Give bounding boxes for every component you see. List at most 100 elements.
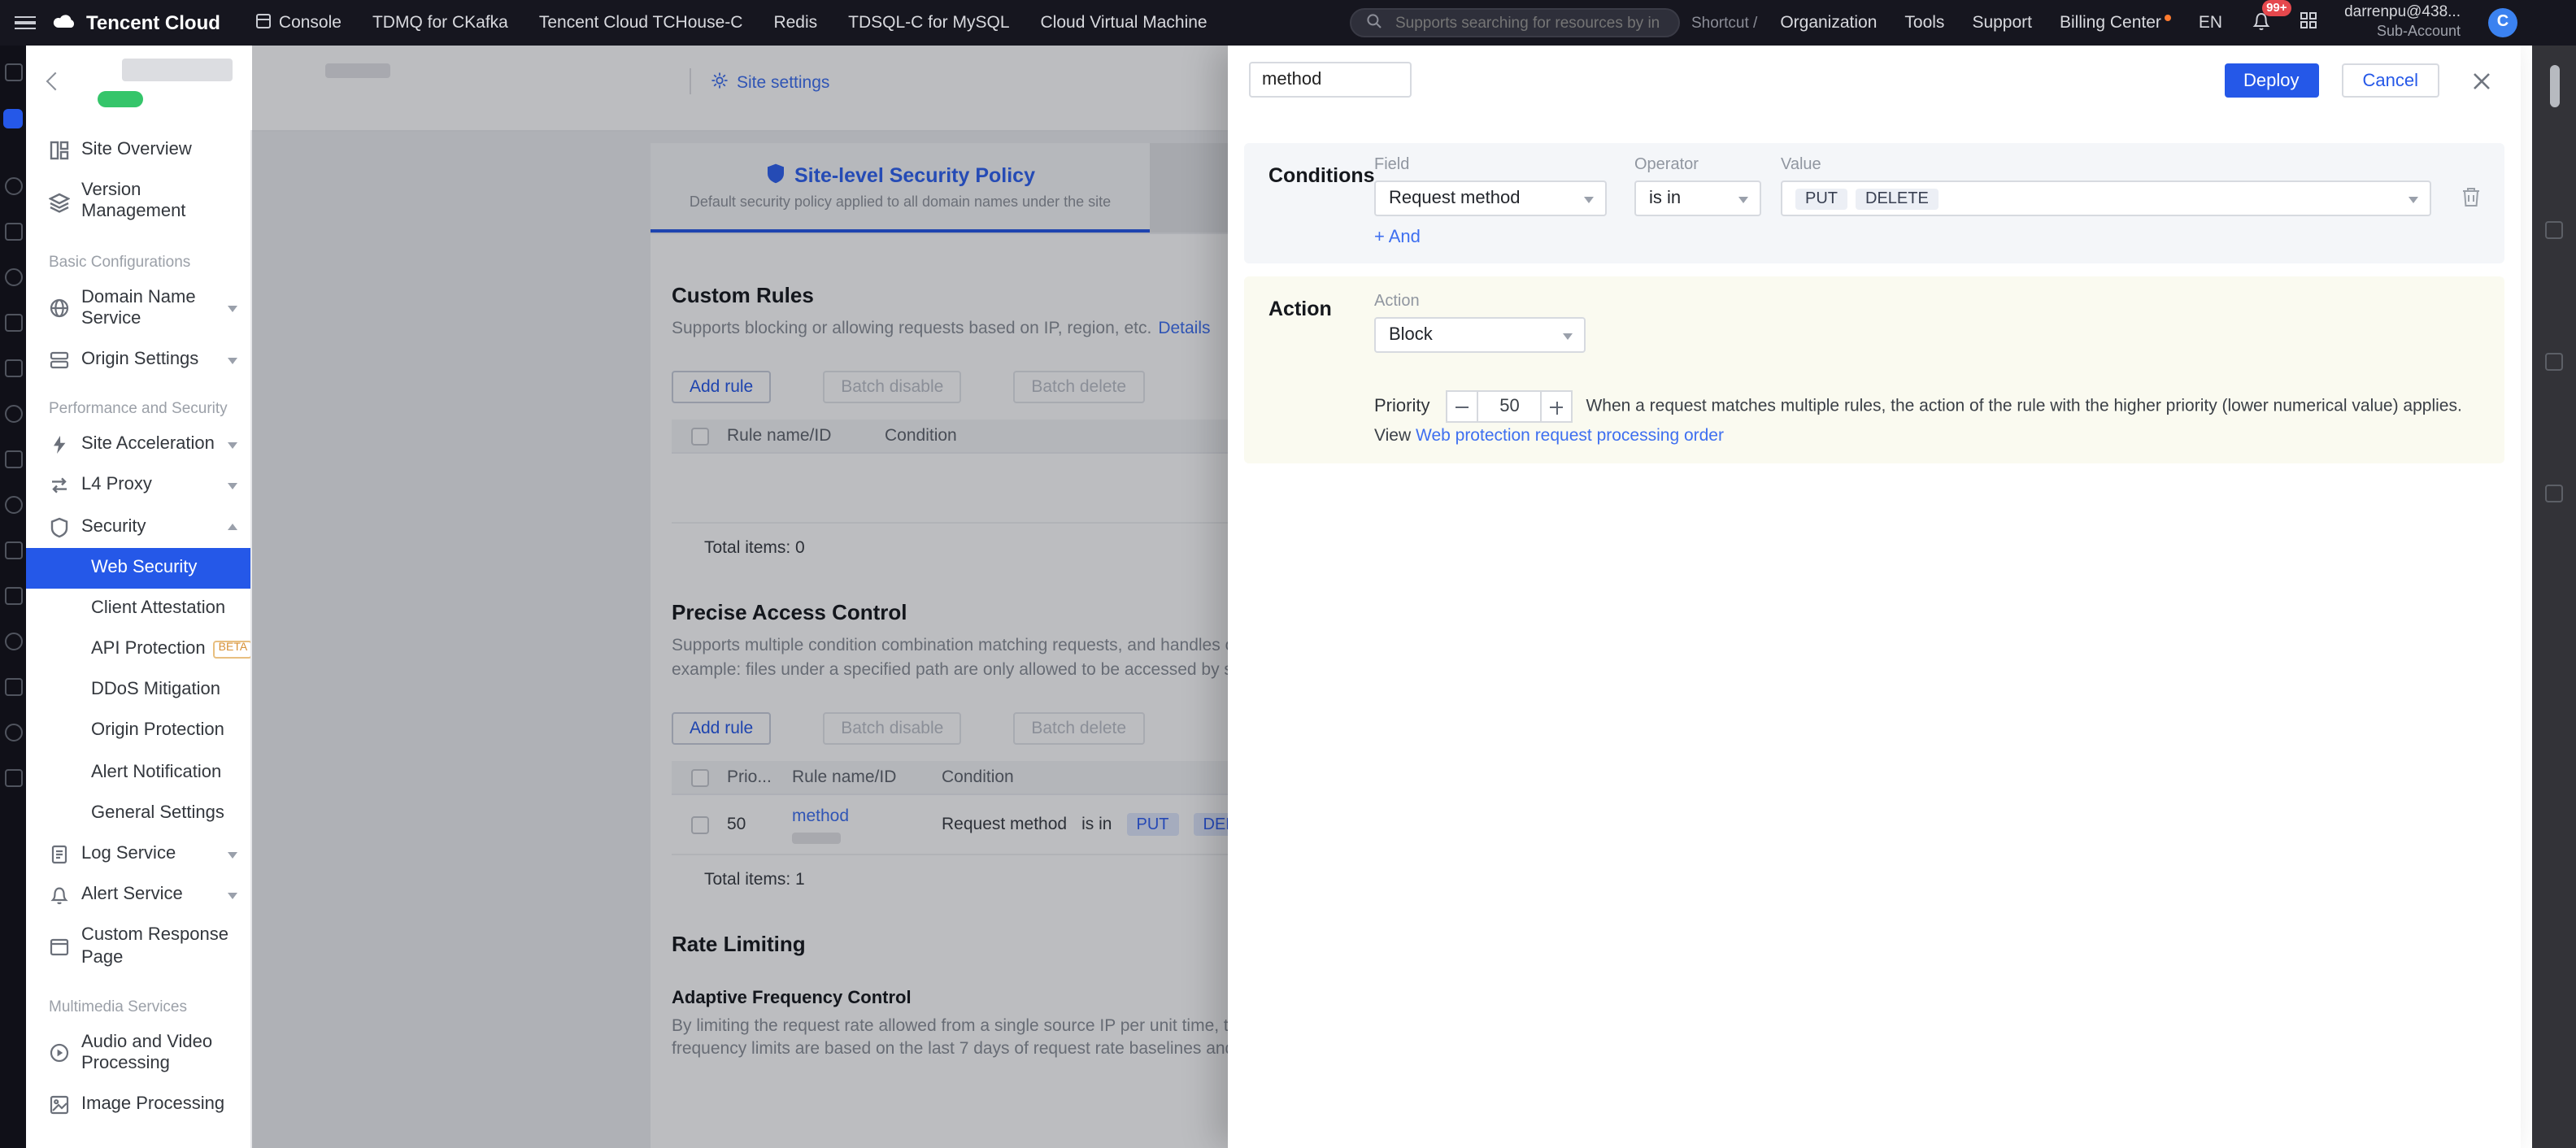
- rail-icon[interactable]: [4, 496, 22, 514]
- rail-icon[interactable]: [4, 63, 22, 81]
- sidebar-item-site-overview[interactable]: Site Overview: [26, 130, 250, 171]
- nav-tchouse[interactable]: Tencent Cloud TCHouse-C: [539, 13, 743, 33]
- top-nav: Console TDMQ for CKafka Tencent Cloud TC…: [256, 12, 1208, 33]
- global-search: [1349, 8, 1680, 37]
- swap-icon: [49, 476, 70, 497]
- beta-badge: BETA: [213, 641, 250, 659]
- sidebar-item-ddos-mitigation[interactable]: DDoS Mitigation: [26, 671, 250, 711]
- sidebar-item-web-security[interactable]: Web Security: [26, 547, 250, 589]
- plus-button[interactable]: [1540, 390, 1573, 423]
- deploy-button[interactable]: Deploy: [2224, 63, 2319, 98]
- sidebar-item-site-acceleration[interactable]: Site Acceleration: [26, 424, 250, 465]
- nav-redis[interactable]: Redis: [773, 13, 817, 33]
- close-icon[interactable]: [2472, 71, 2491, 90]
- nav-language[interactable]: EN: [2199, 13, 2222, 33]
- field-label: Field: [1374, 156, 1410, 174]
- sidebar-item-origin-settings[interactable]: Origin Settings: [26, 340, 250, 380]
- chevron-down-icon: [228, 305, 237, 312]
- nav-tdmq[interactable]: TDMQ for CKafka: [372, 13, 508, 33]
- notifications-button[interactable]: 99+: [2250, 0, 2292, 36]
- value-multiselect[interactable]: PUT DELETE: [1781, 180, 2431, 216]
- chevron-up-icon: [228, 524, 237, 531]
- action-select[interactable]: Block: [1374, 317, 1586, 353]
- strip-icon[interactable]: [2545, 221, 2563, 239]
- value-group: Value PUT DELETE: [1781, 156, 2431, 216]
- bolt-icon: [49, 434, 70, 455]
- nav-organization[interactable]: Organization: [1780, 13, 1877, 33]
- sidebar-item-domain-name-service[interactable]: Domain Name Service: [26, 277, 250, 340]
- cancel-button[interactable]: Cancel: [2341, 63, 2439, 98]
- priority-value[interactable]: 50: [1478, 390, 1541, 423]
- chevron-down-icon: [228, 441, 237, 449]
- nav-tdsql[interactable]: TDSQL-C for MySQL: [848, 13, 1009, 33]
- browser-side-strip: [2532, 0, 2576, 1148]
- chevron-down-icon: [1584, 197, 1594, 203]
- console-icon: [256, 12, 272, 33]
- processing-order-link[interactable]: Web protection request processing order: [1416, 426, 1724, 446]
- brand-logo[interactable]: Tencent Cloud: [52, 11, 220, 34]
- rail-icon[interactable]: [4, 177, 22, 195]
- sidebar-item-custom-response-page[interactable]: Custom Response Page: [26, 916, 250, 979]
- menu-icon[interactable]: [15, 15, 36, 30]
- search-input[interactable]: [1391, 12, 1664, 33]
- rail-icon-active[interactable]: [3, 109, 23, 128]
- account-info[interactable]: darrenpu@438... Sub-Account: [2344, 4, 2461, 41]
- search-icon: [1366, 12, 1382, 33]
- sidebar-item-version-management[interactable]: Version Management: [26, 171, 250, 233]
- apps-grid-icon[interactable]: [2299, 11, 2317, 34]
- priority-row: Priority 50 When a request matches multipl…: [1374, 390, 2475, 450]
- strip-icon[interactable]: [2545, 485, 2563, 502]
- brand-name: Tencent Cloud: [86, 11, 220, 34]
- notification-badge: 99+: [2261, 0, 2292, 16]
- sidebar-item-client-attestation[interactable]: Client Attestation: [26, 589, 250, 629]
- nav-support[interactable]: Support: [1972, 13, 2032, 33]
- minus-button[interactable]: [1446, 390, 1479, 423]
- nav-tools[interactable]: Tools: [1904, 13, 1944, 33]
- sidebar-item-security[interactable]: Security: [26, 507, 250, 547]
- rail-icon[interactable]: [4, 405, 22, 423]
- bell-icon: [49, 885, 70, 907]
- scrollbar-thumb[interactable]: [2549, 65, 2559, 107]
- sidebar-item-origin-protection[interactable]: Origin Protection: [26, 711, 250, 752]
- nav-billing-center[interactable]: Billing Center: [2060, 13, 2171, 33]
- rail-icon[interactable]: [4, 268, 22, 286]
- priority-label: Priority: [1374, 396, 1430, 416]
- rail-icon[interactable]: [4, 678, 22, 696]
- sidebar-item-general-settings[interactable]: General Settings: [26, 794, 250, 834]
- chevron-down-icon: [1563, 333, 1573, 340]
- sidebar-item-log-service[interactable]: Log Service: [26, 834, 250, 875]
- nav-cvm[interactable]: Cloud Virtual Machine: [1041, 13, 1208, 33]
- rail-icon[interactable]: [4, 450, 22, 468]
- rule-name-input[interactable]: [1249, 62, 1412, 98]
- sidebar-item-api-protection[interactable]: API Protection BETA: [26, 629, 250, 670]
- sidebar-item-alert-notification[interactable]: Alert Notification: [26, 752, 250, 793]
- rail-icon[interactable]: [4, 633, 22, 650]
- avatar[interactable]: C: [2488, 7, 2517, 37]
- action-label: Action: [1268, 298, 1332, 320]
- nav-console[interactable]: Console: [256, 12, 342, 33]
- rail-icon[interactable]: [4, 587, 22, 605]
- rail-icon[interactable]: [4, 541, 22, 559]
- page: Tencent Cloud Console TDMQ for CKafka Te…: [0, 0, 2576, 1148]
- rail-icon[interactable]: [4, 769, 22, 787]
- field-select[interactable]: Request method: [1374, 180, 1607, 216]
- back-icon[interactable]: [46, 72, 65, 91]
- operator-select[interactable]: is in: [1634, 180, 1761, 216]
- sidebar-item-l4-proxy[interactable]: L4 Proxy: [26, 466, 250, 507]
- rule-edit-drawer: Deploy Cancel Conditions Field Request m…: [1228, 46, 2521, 1148]
- add-and-condition-link[interactable]: + And: [1374, 228, 1421, 247]
- page-icon: [49, 937, 70, 958]
- sidebar-item-alert-service[interactable]: Alert Service: [26, 875, 250, 915]
- strip-icon[interactable]: [2545, 353, 2563, 371]
- rail-icon[interactable]: [4, 314, 22, 332]
- rail-icon[interactable]: [4, 223, 22, 241]
- sidebar-item-audio-video-processing[interactable]: Audio and Video Processing: [26, 1023, 250, 1085]
- sidebar-item-image-processing[interactable]: Image Processing: [26, 1085, 250, 1125]
- rail-icon[interactable]: [4, 359, 22, 377]
- top-right-nav: Organization Tools Support Billing Cente…: [1780, 0, 2517, 41]
- value-label: Value: [1781, 156, 1821, 174]
- rail-icon[interactable]: [4, 724, 22, 741]
- delete-condition-icon[interactable]: [2461, 185, 2482, 208]
- layers-icon: [49, 192, 70, 213]
- site-name-placeholder: [122, 59, 233, 81]
